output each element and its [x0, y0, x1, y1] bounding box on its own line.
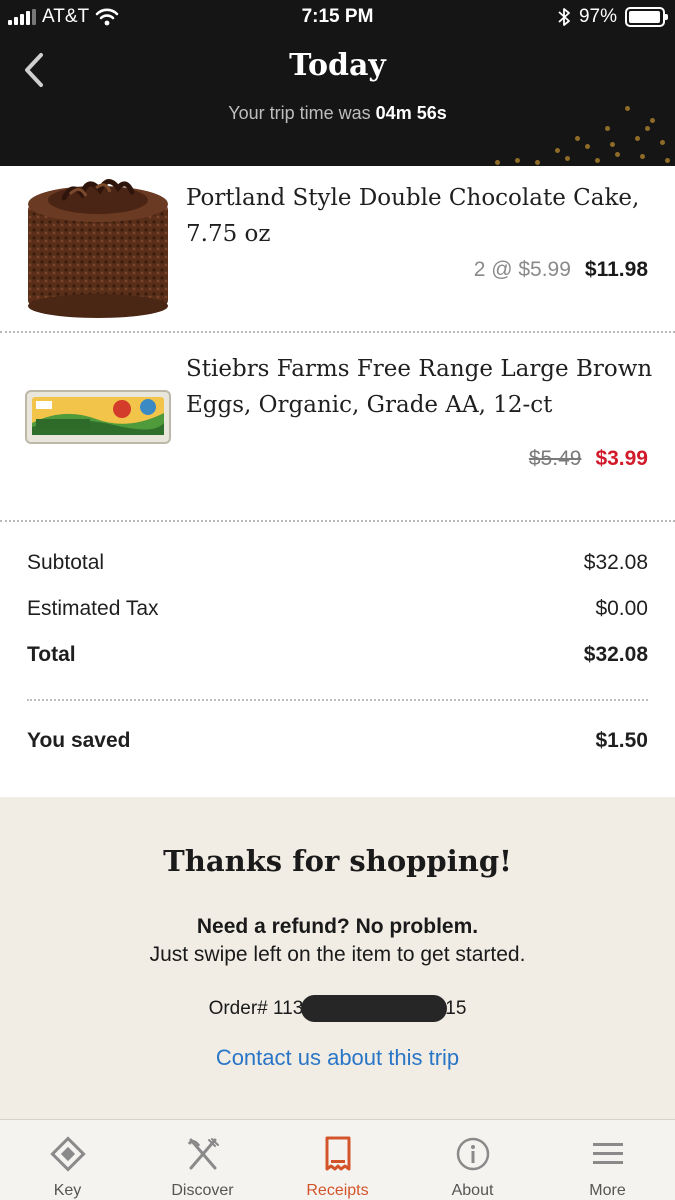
- fork-knife-icon: [187, 1138, 219, 1170]
- receipt-items: Portland Style Double Chocolate Cake, 7.…: [0, 166, 675, 522]
- original-price: $5.49: [528, 447, 582, 470]
- item-name: Stiebrs Farms Free Range Large Brown Egg…: [186, 356, 653, 418]
- tab-label: Key: [53, 1182, 82, 1199]
- tab-receipts[interactable]: Receipts: [270, 1120, 405, 1200]
- menu-icon: [592, 1143, 623, 1164]
- tab-label: About: [451, 1182, 494, 1199]
- decorative-dot: [565, 156, 570, 161]
- page-title: Today: [289, 48, 386, 83]
- decorative-dot: [585, 144, 590, 149]
- decorative-dot: [625, 106, 630, 111]
- sale-price: $3.99: [595, 447, 648, 470]
- line-total: $11.98: [584, 258, 648, 281]
- decorative-dot: [555, 148, 560, 153]
- thanks-panel: Thanks for shopping! Need a refund? No p…: [0, 797, 675, 1119]
- trip-time-label: Your trip time was: [228, 103, 371, 123]
- decorative-dot: [660, 140, 665, 145]
- decorative-dots: [475, 96, 675, 166]
- divider: [27, 699, 648, 701]
- status-bar: AT&T 7:15 PM 97%: [0, 0, 675, 36]
- key-diamond-icon: [49, 1136, 86, 1172]
- tab-more[interactable]: More: [540, 1120, 675, 1200]
- tax-label: Estimated Tax: [27, 597, 159, 620]
- divider: [0, 520, 675, 522]
- subtotal-row: Subtotal $32.08: [27, 551, 648, 575]
- redaction-bar: [301, 995, 448, 1022]
- trip-time-value: 04m 56s: [375, 103, 447, 123]
- decorative-dot: [615, 152, 620, 157]
- saved-row: You saved $1.50: [27, 729, 648, 753]
- cake-image: [24, 172, 172, 325]
- decorative-dot: [610, 142, 615, 147]
- contact-link[interactable]: Contact us about this trip: [0, 1045, 675, 1071]
- bluetooth-icon: [558, 8, 570, 26]
- decorative-dot: [635, 136, 640, 141]
- decorative-dot: [515, 158, 520, 163]
- decorative-dot: [645, 126, 650, 131]
- item-price: 2 @ $5.99 $11.98: [474, 258, 648, 282]
- status-right: 97%: [557, 6, 668, 28]
- order-number-suffix: 15: [445, 997, 467, 1019]
- tax-value: $0.00: [595, 597, 648, 620]
- item-name: Portland Style Double Chocolate Cake, 7.…: [186, 185, 640, 247]
- item-price: $5.49 $3.99: [529, 447, 648, 471]
- battery-icon: [625, 7, 668, 27]
- decorative-dot: [575, 136, 580, 141]
- total-value: $32.08: [583, 643, 648, 666]
- header: AT&T 7:15 PM 97% Today Your trip time wa…: [0, 0, 675, 166]
- battery-percent: 97%: [578, 6, 617, 27]
- total-row: Total $32.08: [27, 643, 648, 667]
- list-item[interactable]: Stiebrs Farms Free Range Large Brown Egg…: [0, 333, 675, 522]
- total-label: Total: [27, 643, 76, 666]
- order-number: Order# 113 15: [0, 995, 675, 1022]
- tab-label: More: [589, 1182, 626, 1199]
- decorative-dot: [595, 158, 600, 163]
- egg-carton-image: [24, 389, 172, 450]
- quantity-at-price: 2 @ $5.99: [473, 258, 571, 281]
- tab-discover[interactable]: Discover: [135, 1120, 270, 1200]
- decorative-dot: [640, 154, 645, 159]
- tab-label: Receipts: [306, 1182, 369, 1199]
- decorative-dot: [495, 160, 500, 165]
- tab-about[interactable]: About: [405, 1120, 540, 1200]
- thanks-title: Thanks for shopping!: [163, 844, 512, 878]
- info-icon: [456, 1137, 489, 1171]
- tab-key[interactable]: Key: [0, 1120, 135, 1200]
- decorative-dot: [535, 160, 540, 165]
- tab-label: Discover: [171, 1182, 234, 1199]
- saved-label: You saved: [27, 729, 131, 752]
- decorative-dot: [605, 126, 610, 131]
- order-number-prefix: Order# 113: [208, 997, 304, 1019]
- saved-value: $1.50: [595, 729, 648, 752]
- receipt-icon: [325, 1136, 350, 1171]
- list-item[interactable]: Portland Style Double Chocolate Cake, 7.…: [0, 166, 675, 333]
- tab-bar: Key Discover Receipts About More: [0, 1119, 675, 1200]
- tax-row: Estimated Tax $0.00: [27, 597, 648, 621]
- decorative-dot: [665, 158, 670, 163]
- decorative-dot: [650, 118, 655, 123]
- refund-hint: Just swipe left on the item to get start…: [149, 943, 526, 966]
- refund-question: Need a refund? No problem.: [196, 915, 479, 938]
- subtotal-value: $32.08: [583, 551, 648, 574]
- subtotal-label: Subtotal: [27, 551, 105, 574]
